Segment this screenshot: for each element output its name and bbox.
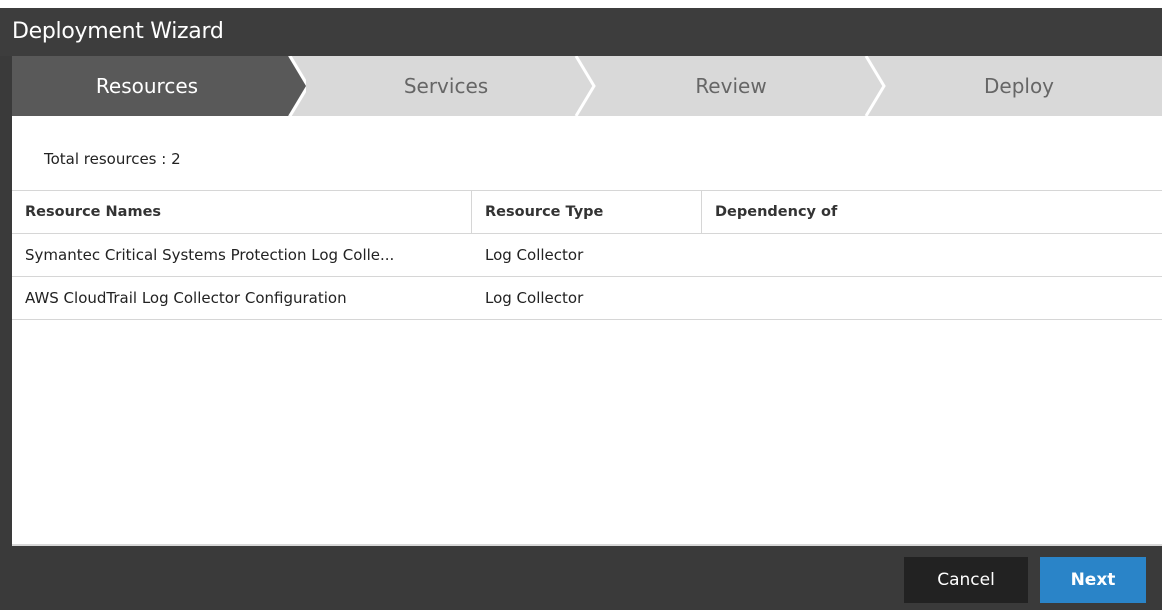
step-services[interactable]: Services <box>306 56 586 116</box>
table-header-row: Resource Names Resource Type Dependency … <box>12 191 1162 234</box>
step-review[interactable]: Review <box>586 56 876 116</box>
step-label: Review <box>695 74 767 98</box>
resource-type-cell: Log Collector <box>485 246 584 264</box>
resource-name-cell: Symantec Critical Systems Protection Log… <box>25 246 395 264</box>
table-body: Symantec Critical Systems Protection Log… <box>12 234 1162 320</box>
step-label: Resources <box>95 74 199 98</box>
deployment-wizard-dialog: Deployment Wizard Resources Services Rev… <box>0 8 1162 610</box>
dialog-footer: Cancel Next <box>0 544 1162 610</box>
footer-divider <box>12 544 1162 546</box>
step-separator-icon <box>282 56 306 116</box>
step-resources[interactable]: Resources <box>12 56 282 116</box>
dependency-cell <box>702 234 1162 276</box>
column-header-resource-type[interactable]: Resource Type <box>472 191 702 233</box>
next-button[interactable]: Next <box>1040 557 1146 603</box>
resources-table: Resource Names Resource Type Dependency … <box>12 190 1162 320</box>
table-row[interactable]: AWS CloudTrail Log Collector Configurati… <box>12 277 1162 320</box>
step-label: Services <box>403 74 489 98</box>
step-deploy[interactable]: Deploy <box>876 56 1162 116</box>
screen: Deployment Wizard Resources Services Rev… <box>0 0 1162 610</box>
dependency-cell <box>702 277 1162 319</box>
column-header-resource-names[interactable]: Resource Names <box>12 191 472 233</box>
total-resources-label: Total resources : 2 <box>44 150 181 168</box>
resources-panel: Total resources : 2 Resource Names Resou… <box>12 116 1162 552</box>
cancel-button[interactable]: Cancel <box>904 557 1028 603</box>
resource-type-cell: Log Collector <box>485 289 584 307</box>
step-label: Deploy <box>983 74 1055 98</box>
column-header-dependency-of[interactable]: Dependency of <box>702 191 1162 233</box>
dialog-title: Deployment Wizard <box>0 8 1162 56</box>
table-row[interactable]: Symantec Critical Systems Protection Log… <box>12 234 1162 277</box>
wizard-steps: Resources Services Review Deploy <box>12 56 1162 116</box>
resource-name-cell: AWS CloudTrail Log Collector Configurati… <box>25 289 347 307</box>
